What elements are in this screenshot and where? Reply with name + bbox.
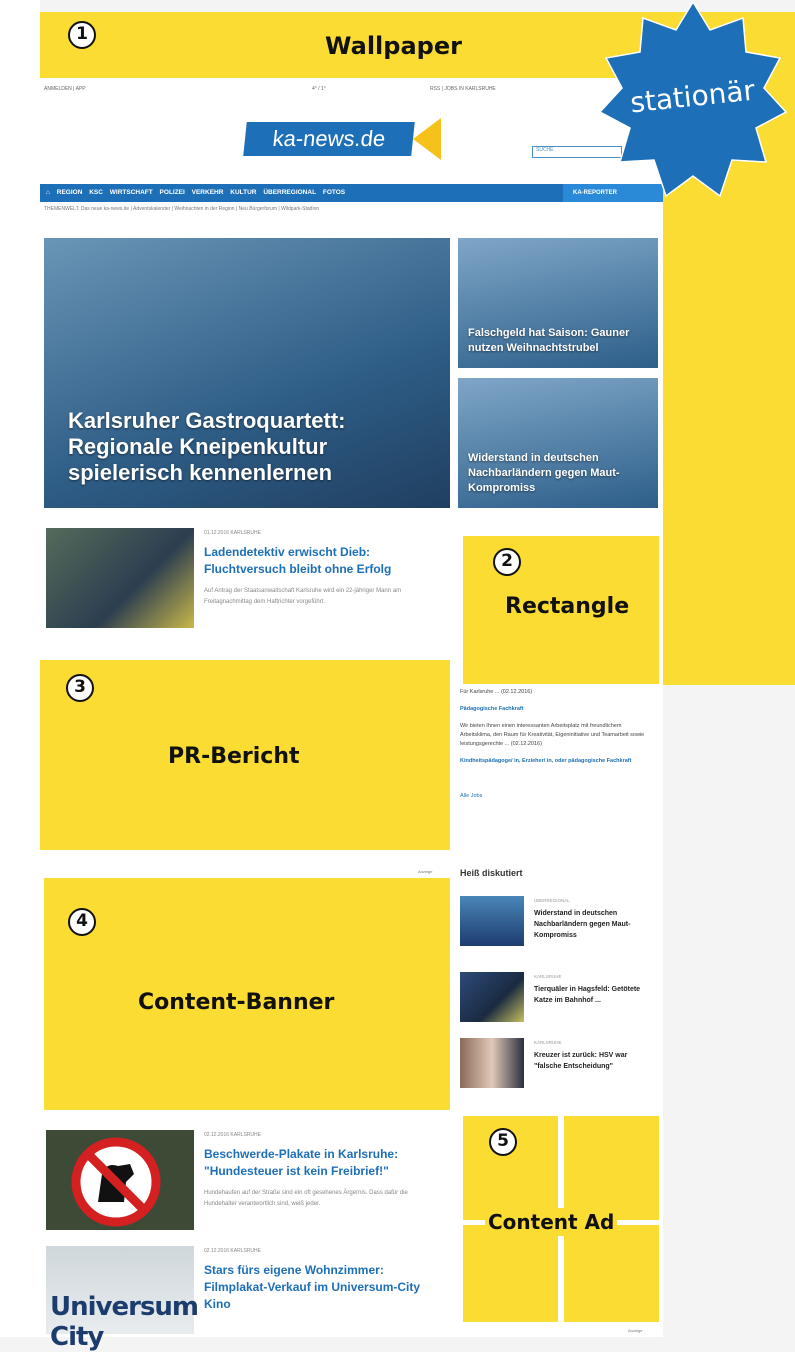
- article-item: 01.12.2016 KARLSRUHE Ladendetektiv erwis…: [44, 528, 444, 638]
- content-ad-number: 5: [489, 1128, 517, 1156]
- article-title[interactable]: Ladendetektiv erwischt Dieb: Fluchtversu…: [204, 544, 434, 578]
- content-banner-number: 4: [68, 908, 96, 936]
- page-margin-left: [0, 0, 40, 1337]
- article-meta: 01.12.2016 KARLSRUHE: [204, 530, 261, 536]
- no-dogs-sign-icon: [46, 1130, 194, 1230]
- login-link[interactable]: ANMELDEN | APP: [44, 86, 86, 92]
- hot-item-title[interactable]: Tierquäler in Hagsfeld: Getötete Katze i…: [534, 984, 644, 1006]
- job-link-2[interactable]: Kindheitspädagoge/ in, Erzieher/ in, ode…: [460, 757, 640, 766]
- universum-city-sign: Universum City: [50, 1292, 199, 1352]
- article-item: 02.12.2016 KARLSRUHE Beschwerde-Plakate …: [44, 1130, 444, 1240]
- nav-item-ksc[interactable]: KSC: [89, 189, 103, 196]
- hot-discussed-heading: Heiß diskutiert: [460, 868, 523, 878]
- hot-item-title[interactable]: Widerstand in deutschen Nachbarländern g…: [534, 908, 644, 941]
- logo-arrow-icon: [413, 118, 441, 160]
- rectangle-number: 2: [493, 548, 521, 576]
- hot-item-image[interactable]: [460, 896, 524, 946]
- side-teaser-1[interactable]: Falschgeld hat Saison: Gauner nutzen Wei…: [458, 238, 658, 368]
- job-description: Wir bieten Ihnen einen interessanten Arb…: [460, 723, 645, 747]
- content-ad-zone: 5 Content Ad: [463, 1116, 659, 1322]
- nav-item-verkehr[interactable]: VERKEHR: [192, 189, 224, 196]
- article-image[interactable]: Universum City: [46, 1246, 199, 1352]
- nav-item-polizei[interactable]: POLIZEI: [160, 189, 185, 196]
- nav-item-kultur[interactable]: KULTUR: [230, 189, 256, 196]
- jobs-widget: Für Karlsruhe ... (02.12.2016) Pädagogis…: [460, 688, 655, 801]
- hot-item-meta: KARLSRUHE: [534, 1040, 562, 1045]
- rectangle-zone: 2 Rectangle: [463, 536, 659, 684]
- article-image[interactable]: [46, 1130, 194, 1230]
- weather-readout: 4° / 1°: [312, 86, 326, 92]
- pr-bericht-label: PR-Bericht: [168, 744, 300, 769]
- themes-bar[interactable]: THEMENWELT: Das neue ka-news.de | Advent…: [40, 206, 663, 216]
- hot-item-image[interactable]: [460, 972, 524, 1022]
- nav-item-wirtschaft[interactable]: WIRTSCHAFT: [110, 189, 153, 196]
- pr-bericht-zone: 3 PR-Bericht: [40, 660, 450, 850]
- job-link-1[interactable]: Pädagogische Fachkraft: [460, 705, 655, 714]
- article-title[interactable]: Beschwerde-Plakate in Karlsruhe: "Hundes…: [204, 1146, 434, 1180]
- article-meta: 02.12.2016 KARLSRUHE: [204, 1132, 261, 1138]
- article-teaser: Auf Antrag der Staatsanwaltschaft Karlsr…: [204, 588, 402, 605]
- hot-item-meta: KARLSRUHE: [534, 974, 562, 979]
- pr-bericht-number: 3: [66, 674, 94, 702]
- hot-discussed-widget: Heiß diskutiert ÜBERREGIONAL Widerstand …: [460, 868, 655, 1108]
- ad-marker: Anzeige: [628, 1328, 643, 1333]
- hot-item[interactable]: ÜBERREGIONAL Widerstand in deutschen Nac…: [460, 896, 650, 954]
- hero-title[interactable]: Karlsruher Gastroquartett: Regionale Kne…: [68, 408, 388, 486]
- main-navigation: ⌂ REGION KSC WIRTSCHAFT POLIZEI VERKEHR …: [40, 184, 663, 202]
- hot-item-title[interactable]: Kreuzer ist zurück: HSV war "falsche Ent…: [534, 1050, 644, 1072]
- side-teaser-title[interactable]: Falschgeld hat Saison: Gauner nutzen Wei…: [468, 326, 638, 356]
- jobs-link[interactable]: RSS | JOBS IN KARLSRUHE: [430, 86, 496, 92]
- nav-item-fotos[interactable]: FOTOS: [323, 189, 345, 196]
- hot-item[interactable]: KARLSRUHE Kreuzer ist zurück: HSV war "f…: [460, 1038, 650, 1096]
- ad-marker: Anzeige: [418, 869, 433, 874]
- content-banner-zone: 4 Content-Banner: [44, 878, 450, 1110]
- home-icon[interactable]: ⌂: [46, 189, 50, 196]
- nav-item-region[interactable]: REGION: [57, 189, 83, 196]
- wallpaper-number: 1: [68, 21, 96, 49]
- top-bar: ANMELDEN | APP 4° / 1° RSS | JOBS IN KAR…: [40, 86, 663, 100]
- stationaer-badge: stationär: [598, 0, 788, 210]
- hot-item-image[interactable]: [460, 1038, 524, 1088]
- content-banner-label: Content-Banner: [138, 990, 335, 1015]
- article-image[interactable]: [46, 528, 194, 628]
- rectangle-label: Rectangle: [505, 594, 630, 619]
- article-meta: 02.12.2016 KARLSRUHE: [204, 1248, 261, 1254]
- hot-item-meta: ÜBERREGIONAL: [534, 898, 570, 903]
- job-meta: Für Karlsruhe ... (02.12.2016): [460, 689, 533, 695]
- hero-teaser[interactable]: Karlsruher Gastroquartett: Regionale Kne…: [44, 238, 450, 508]
- all-jobs-link[interactable]: Alle Jobs: [460, 792, 655, 801]
- side-teaser-2[interactable]: Widerstand in deutschen Nachbarländern g…: [458, 378, 658, 508]
- content-ad-label: Content Ad: [485, 1208, 618, 1236]
- site-logo[interactable]: ka-news.de: [243, 122, 415, 156]
- nav-item-ueberregional[interactable]: ÜBERREGIONAL: [263, 189, 316, 196]
- hot-item[interactable]: KARLSRUHE Tierquäler in Hagsfeld: Getöte…: [460, 972, 650, 1030]
- article-title[interactable]: Stars fürs eigene Wohnzimmer: Filmplakat…: [204, 1262, 434, 1313]
- article-teaser: Hundehaufen auf der Straße sind ein oft …: [204, 1190, 408, 1207]
- article-item: Universum City 02.12.2016 KARLSRUHE Star…: [44, 1246, 444, 1352]
- side-teaser-title[interactable]: Widerstand in deutschen Nachbarländern g…: [468, 451, 638, 496]
- wallpaper-label: Wallpaper: [325, 32, 462, 60]
- news-page: ANMELDEN | APP 4° / 1° RSS | JOBS IN KAR…: [40, 78, 663, 1352]
